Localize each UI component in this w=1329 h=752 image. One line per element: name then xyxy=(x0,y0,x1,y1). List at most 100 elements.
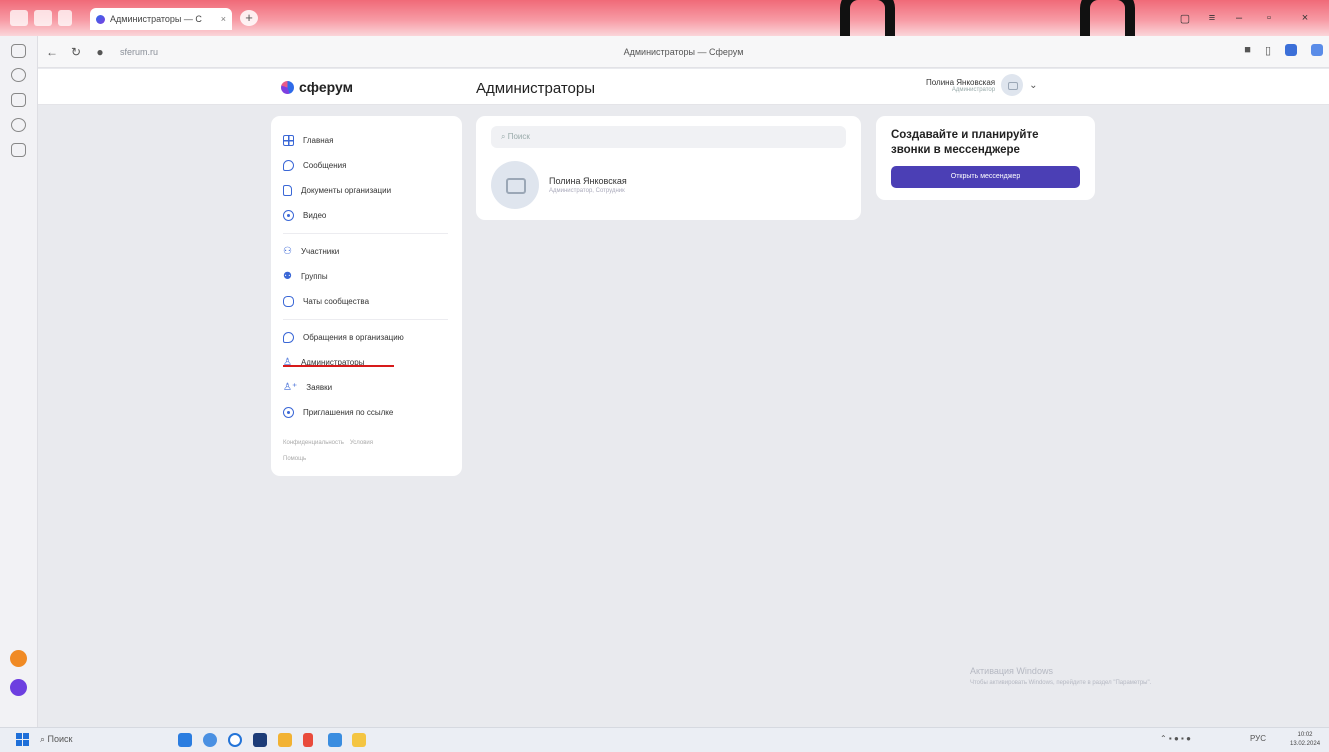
sidebar-item-label: Обращения в организацию xyxy=(303,333,404,342)
bookmarks-icon[interactable]: ▢ xyxy=(1178,12,1192,25)
member-avatar[interactable] xyxy=(491,161,539,209)
app-icon[interactable] xyxy=(228,733,242,747)
search-input[interactable]: ⌕ Поиск xyxy=(491,126,846,148)
privacy-link[interactable]: Конфиденциальность xyxy=(283,440,344,446)
screen-icon[interactable] xyxy=(11,143,26,157)
new-tab-button[interactable]: + xyxy=(240,10,258,26)
sidebar-item-applications[interactable]: ♙⁺ Заявки xyxy=(283,375,462,400)
sidebar-item-messages[interactable]: Сообщения xyxy=(283,153,462,178)
history-icon[interactable] xyxy=(11,68,26,82)
open-messenger-button[interactable]: Открыть мессенджер xyxy=(891,166,1080,188)
sferum-logo-icon xyxy=(281,80,294,94)
member-name: Полина Янковская xyxy=(549,176,627,186)
video-icon xyxy=(283,210,294,221)
member-role: Администратор, Сотрудник xyxy=(549,188,625,194)
tab-close-button[interactable]: × xyxy=(221,14,226,24)
tab-back-icon[interactable] xyxy=(58,10,72,26)
browser-tab-active[interactable]: Администраторы — С × xyxy=(90,8,232,30)
list-item[interactable]: Полина Янковская Администратор, Сотрудни… xyxy=(491,161,627,209)
watermark-title: Активация Windows xyxy=(970,666,1053,676)
sidebar-item-administrators[interactable]: ♙ Администраторы xyxy=(283,350,462,375)
sidebar-item-label: Чаты сообщества xyxy=(303,297,370,306)
site-info-icon[interactable]: ● xyxy=(90,45,110,59)
app-orange-icon[interactable] xyxy=(10,650,27,667)
tabs-menu-icon[interactable] xyxy=(34,10,52,26)
taskbar-clock[interactable]: 10:02 13.02.2024 xyxy=(1290,731,1320,749)
sidebar-item-members[interactable]: ⚇ Участники xyxy=(283,239,462,264)
sidebar-item-groups[interactable]: ⚉ Группы xyxy=(283,264,462,289)
maximize-icon[interactable]: ▫ xyxy=(1262,12,1276,24)
app-icon[interactable] xyxy=(178,733,192,747)
profile-icon[interactable] xyxy=(10,10,28,26)
sidebar-item-community-chats[interactable]: Чаты сообщества xyxy=(283,289,462,314)
home-grid-icon xyxy=(283,135,294,146)
sidebar-item-documents[interactable]: Документы организации xyxy=(283,178,462,203)
chevron-down-icon[interactable]: ⌄ xyxy=(1029,80,1037,91)
community-chats-icon xyxy=(283,296,294,307)
app-icon[interactable] xyxy=(278,733,292,747)
windows-activation-watermark: Активация Windows Чтобы активировать Win… xyxy=(970,666,1151,686)
menu-icon[interactable]: ≡ xyxy=(1205,12,1219,24)
windows-start-icon[interactable] xyxy=(16,733,29,746)
app-icon[interactable] xyxy=(253,733,267,747)
sferum-favicon-icon xyxy=(96,14,105,24)
play-icon[interactable] xyxy=(11,118,26,132)
sidebar-footer: Конфиденциальность Условия Помощь xyxy=(283,435,462,467)
app-icon[interactable] xyxy=(303,733,313,747)
terms-link[interactable]: Условия xyxy=(350,440,373,446)
page-title: Администраторы xyxy=(476,80,596,97)
taskbar-search-label: Поиск xyxy=(47,734,73,744)
message-bubble-icon xyxy=(283,332,294,343)
search-icon: ⌕ xyxy=(501,132,508,141)
app-icon[interactable] xyxy=(203,733,217,747)
reload-icon[interactable]: ↻ xyxy=(66,45,86,59)
messenger-promo-card: Создавайте и планируйте звонки в мессенд… xyxy=(876,116,1095,200)
tray-icons[interactable]: ⌃ ▪ ● ▪ ● xyxy=(1160,734,1191,743)
members-icon: ⚇ xyxy=(283,246,292,257)
divider xyxy=(283,319,448,320)
assistant-icon[interactable] xyxy=(10,679,27,696)
message-bubble-icon xyxy=(283,160,294,171)
watermark-text: Чтобы активировать Windows, перейдите в … xyxy=(970,680,1152,686)
overlay-glyph-icon xyxy=(840,0,895,36)
tab-title: Администраторы — С xyxy=(110,14,202,24)
keyboard-language[interactable]: РУС xyxy=(1250,734,1266,743)
url-field[interactable]: sferum.ru xyxy=(120,47,270,57)
taskbar-search[interactable]: ⌕ Поиск xyxy=(40,734,73,745)
app-icon[interactable] xyxy=(328,733,342,747)
divider xyxy=(283,233,448,234)
user-menu[interactable]: Полина Янковская Администратор ⌄ xyxy=(926,74,1038,96)
browser-tab-strip: Администраторы — С × + ▢ ≡ – ▫ × xyxy=(0,0,1329,36)
address-bar: ← ↻ ● sferum.ru Администраторы — Сферум … xyxy=(38,36,1329,68)
logo-text: сферум xyxy=(299,79,353,95)
collections-icon[interactable] xyxy=(11,93,26,107)
help-link[interactable]: Помощь xyxy=(283,456,306,462)
sidebar-item-label: Документы организации xyxy=(301,186,392,195)
extension-icon[interactable] xyxy=(1311,44,1323,56)
sidebar-item-label: Сообщения xyxy=(303,161,347,170)
sidebar-item-link-invitations[interactable]: Приглашения по ссылке xyxy=(283,400,462,425)
reader-icon[interactable]: ▯ xyxy=(1265,44,1271,57)
link-invite-icon xyxy=(283,407,294,418)
sidebar-item-label: Главная xyxy=(303,136,334,145)
sidebar-item-label: Заявки xyxy=(306,383,333,392)
avatar[interactable] xyxy=(1001,74,1024,96)
bookmark-icon[interactable]: ■ xyxy=(1244,44,1251,57)
site-header: сферум Администраторы Полина Янковская А… xyxy=(38,69,1329,105)
sidebar-panel-icon[interactable] xyxy=(11,44,26,58)
close-window-icon[interactable]: × xyxy=(1298,12,1312,24)
user-role: Администратор xyxy=(951,86,996,93)
folder-icon[interactable] xyxy=(352,733,366,747)
back-arrow-icon[interactable]: ← xyxy=(42,45,62,59)
promo-title: Создавайте и планируйте звонки в мессенд… xyxy=(891,129,1039,156)
clock-time: 10:02 xyxy=(1297,732,1313,738)
sidebar-item-requests-to-organization[interactable]: Обращения в организацию xyxy=(283,325,462,350)
sidebar-item-home[interactable]: Главная xyxy=(283,128,462,153)
minimize-icon[interactable]: – xyxy=(1232,12,1246,24)
extension-icon[interactable] xyxy=(1285,44,1297,56)
sferum-logo[interactable]: сферум xyxy=(281,79,353,95)
active-item-underline xyxy=(283,365,394,367)
sidebar-item-label: Участники xyxy=(300,247,340,256)
navigation-card: Главная Сообщения Документы организации … xyxy=(271,116,462,476)
sidebar-item-video[interactable]: Видео xyxy=(283,203,462,228)
